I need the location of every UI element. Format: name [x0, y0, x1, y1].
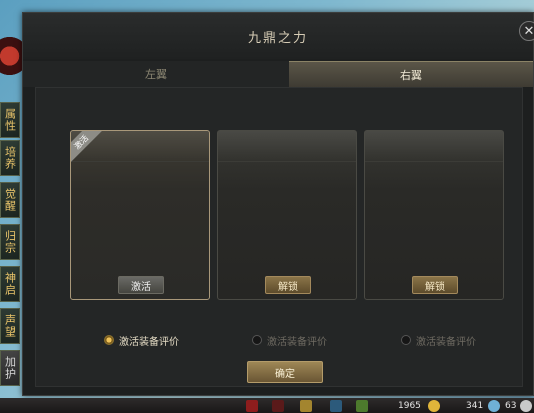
radio-option-2[interactable]: 激活装备评价 [252, 332, 327, 348]
tab-left-wing-label: 左翼 [145, 68, 167, 81]
skill-slot-icon[interactable] [330, 400, 342, 412]
radio-checked-icon [104, 335, 114, 345]
close-icon[interactable]: ✕ [519, 21, 534, 41]
silver-icon [520, 400, 532, 412]
gold-icon [428, 400, 440, 412]
radio-label: 激活装备评价 [267, 336, 327, 348]
radio-unchecked-icon [252, 335, 262, 345]
side-tab-divine[interactable]: 神启 [0, 266, 20, 302]
gem-icon [488, 400, 500, 412]
slot-card-2[interactable]: 解锁 [217, 130, 357, 300]
card-header-strip [365, 131, 503, 162]
hud-mid-value: 341 [466, 401, 484, 411]
radio-unchecked-icon [401, 335, 411, 345]
side-tab-return[interactable]: 归宗 [0, 224, 20, 260]
radio-label: 激活装备评价 [119, 336, 179, 348]
skill-slot-icon[interactable] [356, 400, 368, 412]
skill-slot-icon[interactable] [246, 400, 258, 412]
side-tab-reputation[interactable]: 声望 [0, 308, 20, 344]
confirm-button[interactable]: 确定 [247, 361, 323, 383]
activate-button[interactable]: 激活 [118, 276, 164, 294]
radio-option-3[interactable]: 激活装备评价 [401, 332, 476, 348]
title-bar: 九鼎之力 [23, 13, 533, 59]
slot-content-area: 激活 激活 解锁 解锁 激活装备评价 激活装备评价 激活装备评价 [35, 87, 523, 387]
side-tab-awaken[interactable]: 觉醒 [0, 182, 20, 218]
side-tab-cultivate[interactable]: 培养 [0, 140, 20, 176]
slot-card-3[interactable]: 解锁 [364, 130, 504, 300]
nine-cauldron-panel: 九鼎之力 ✕ 左翼 右翼 激活 激活 解锁 解锁 激活装备评价 激活装备评价 激… [22, 12, 534, 396]
side-tab-blessing[interactable]: 加护 [0, 350, 20, 386]
tab-right-wing-label: 右翼 [400, 68, 422, 82]
hud-left-value: 1965 [398, 401, 421, 411]
slot-card-1[interactable]: 激活 激活 [70, 130, 210, 300]
side-tab-attributes[interactable]: 属性 [0, 102, 20, 138]
radio-label: 激活装备评价 [416, 336, 476, 348]
card-header-strip [218, 131, 356, 162]
wing-tabs: 左翼 右翼 [23, 61, 533, 87]
tab-left-wing[interactable]: 左翼 [23, 61, 289, 87]
hud-right-value: 63 [505, 401, 517, 411]
bottom-hud-bar [0, 398, 534, 413]
character-portrait-emblem [0, 28, 24, 84]
unlock-button[interactable]: 解锁 [412, 276, 458, 294]
tab-right-wing[interactable]: 右翼 [289, 61, 533, 87]
unlock-button[interactable]: 解锁 [265, 276, 311, 294]
skill-slot-icon[interactable] [300, 400, 312, 412]
skill-slot-icon[interactable] [272, 400, 284, 412]
panel-title: 九鼎之力 [247, 30, 308, 46]
radio-option-1[interactable]: 激活装备评价 [104, 332, 179, 348]
